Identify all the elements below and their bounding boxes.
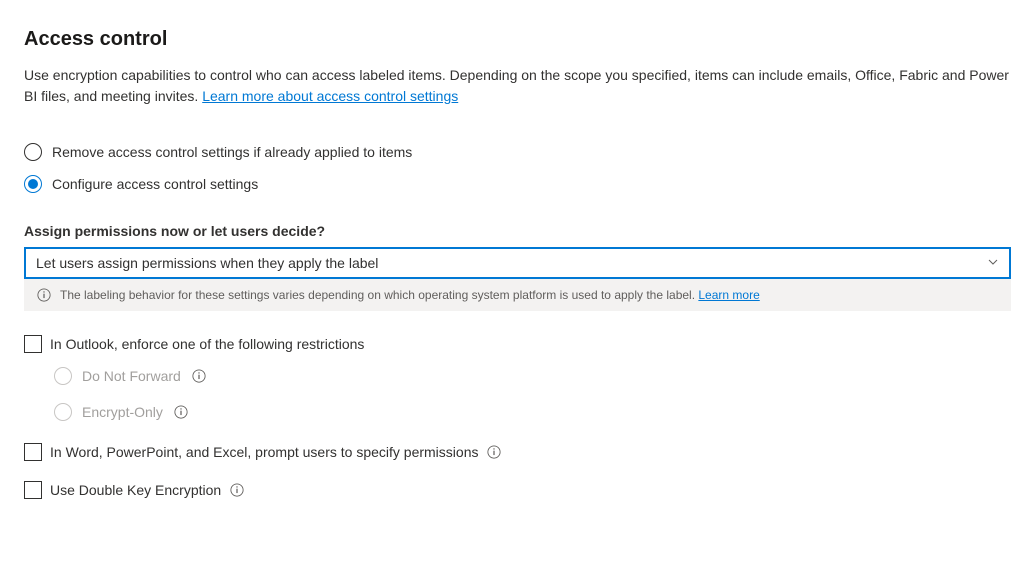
checkbox-label: In Outlook, enforce one of the following… bbox=[50, 336, 364, 352]
checkbox-outlook-restrictions[interactable]: In Outlook, enforce one of the following… bbox=[24, 335, 1011, 353]
radio-icon bbox=[54, 403, 72, 421]
radio-icon bbox=[24, 143, 42, 161]
radio-label: Configure access control settings bbox=[52, 176, 258, 192]
radio-label: Do Not Forward bbox=[82, 368, 181, 384]
radio-remove-access-control[interactable]: Remove access control settings if alread… bbox=[24, 143, 1011, 161]
page-title: Access control bbox=[24, 28, 1011, 51]
outlook-restriction-radio-group: Do Not Forward Encrypt-Only bbox=[54, 367, 1011, 421]
radio-configure-access-control[interactable]: Configure access control settings bbox=[24, 175, 1011, 193]
radio-label: Remove access control settings if alread… bbox=[52, 144, 412, 160]
checkbox-icon bbox=[24, 335, 42, 353]
radio-icon bbox=[54, 367, 72, 385]
chevron-down-icon bbox=[987, 255, 999, 271]
radio-encrypt-only: Encrypt-Only bbox=[54, 403, 1011, 421]
radio-icon bbox=[24, 175, 42, 193]
info-icon[interactable] bbox=[191, 368, 207, 384]
info-icon[interactable] bbox=[486, 444, 502, 460]
info-banner: The labeling behavior for these settings… bbox=[24, 279, 1011, 311]
radio-label: Encrypt-Only bbox=[82, 404, 163, 420]
dropdown-selected-value: Let users assign permissions when they a… bbox=[36, 255, 378, 271]
info-icon[interactable] bbox=[173, 404, 189, 420]
checkbox-double-key-encryption[interactable]: Use Double Key Encryption bbox=[24, 481, 1011, 499]
info-icon bbox=[36, 287, 52, 303]
checkbox-word-ppt-excel-permissions[interactable]: In Word, PowerPoint, and Excel, prompt u… bbox=[24, 443, 1011, 461]
info-icon[interactable] bbox=[229, 482, 245, 498]
info-banner-text: The labeling behavior for these settings… bbox=[60, 288, 760, 302]
radio-do-not-forward: Do Not Forward bbox=[54, 367, 1011, 385]
assign-permissions-heading: Assign permissions now or let users deci… bbox=[24, 223, 1011, 239]
checkbox-label: Use Double Key Encryption bbox=[50, 482, 221, 498]
permissions-mode-dropdown[interactable]: Let users assign permissions when they a… bbox=[24, 247, 1011, 279]
checkbox-label: In Word, PowerPoint, and Excel, prompt u… bbox=[50, 444, 478, 460]
checkbox-icon bbox=[24, 443, 42, 461]
page-description: Use encryption capabilities to control w… bbox=[24, 65, 1011, 107]
info-banner-learn-more-link[interactable]: Learn more bbox=[698, 288, 759, 302]
learn-more-access-control-link[interactable]: Learn more about access control settings bbox=[202, 88, 458, 104]
checkbox-icon bbox=[24, 481, 42, 499]
access-control-mode-radio-group: Remove access control settings if alread… bbox=[24, 143, 1011, 193]
